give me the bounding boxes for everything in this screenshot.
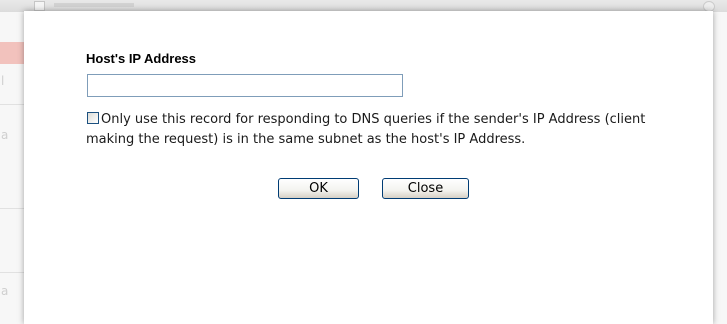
background-glyph: a [1, 284, 9, 298]
background-glyph: l [1, 74, 5, 88]
background-divider [0, 208, 24, 209]
page: l a a Host's IP Address Only use this re… [0, 0, 727, 324]
window-icon [34, 1, 45, 11]
background-right-panel [713, 12, 727, 324]
subnet-option-text: Only use this record for responding to D… [86, 112, 646, 147]
background-left-panel: l a a [0, 12, 24, 324]
background-accent-strip [0, 42, 24, 64]
background-glyph: a [1, 128, 9, 142]
subnet-option: Only use this record for responding to D… [86, 108, 686, 148]
host-ip-input[interactable] [87, 74, 403, 97]
ok-button[interactable]: OK [278, 178, 359, 199]
background-divider [0, 272, 24, 273]
host-ip-label: Host's IP Address [86, 51, 197, 66]
background-title-placeholder [54, 3, 134, 7]
close-button[interactable]: Close [382, 178, 469, 199]
host-ip-dialog: Host's IP Address Only use this record f… [24, 11, 713, 324]
background-divider [0, 104, 24, 105]
subnet-only-checkbox[interactable] [87, 112, 99, 124]
